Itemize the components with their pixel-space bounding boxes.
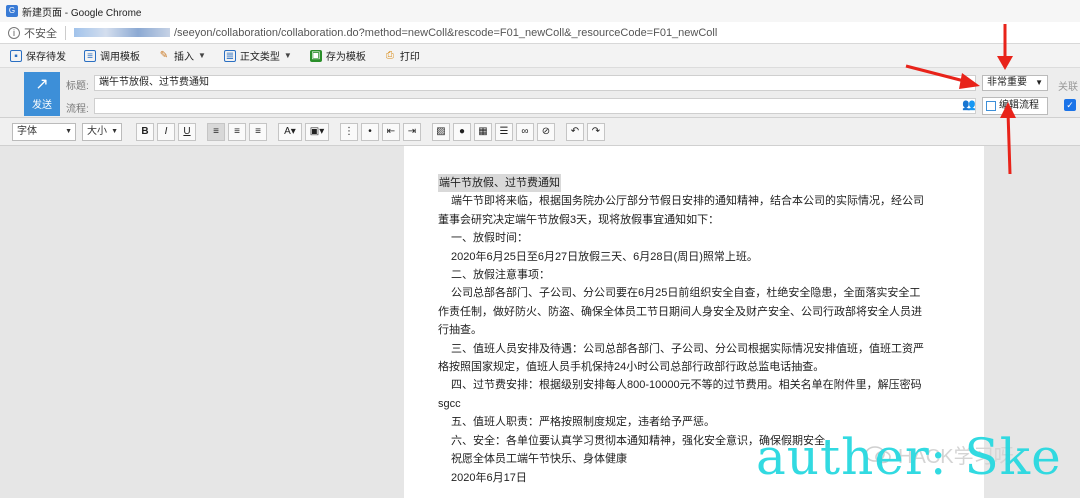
- body-type-icon: ≣: [223, 49, 236, 62]
- italic-button[interactable]: I: [157, 122, 175, 141]
- font-size-select[interactable]: 大小 ▼: [82, 122, 122, 141]
- save-icon: ▪: [10, 49, 22, 62]
- priority-select[interactable]: 非常重要 ▼: [982, 75, 1048, 91]
- body-type-label: 正文类型: [239, 52, 280, 63]
- bg-color-icon[interactable]: ▣▾: [305, 122, 329, 141]
- indent-icon[interactable]: ⇥: [403, 122, 421, 141]
- document-line: 三、值班人员安排及待遇：公司总部各部门、子公司、分公司根据实际情况安排值班，值班…: [451, 342, 924, 355]
- chevron-down-icon: ▼: [1035, 78, 1043, 87]
- people-icon[interactable]: 👥: [962, 98, 976, 111]
- document-line: 一、放假时间：: [451, 232, 528, 245]
- text-color-icon[interactable]: A▾: [278, 122, 302, 141]
- align-right-icon[interactable]: ≡: [249, 122, 267, 141]
- redo-icon[interactable]: ↷: [587, 122, 605, 141]
- save-draft-button[interactable]: ▪ 保存待发: [10, 48, 66, 63]
- save-template-icon: ▣: [309, 49, 322, 62]
- assoc-label[interactable]: 关联: [1058, 78, 1078, 93]
- window-titlebar: G 新建页面 - Google Chrome: [0, 0, 1080, 22]
- edit-flow-label: 编辑流程: [999, 100, 1039, 111]
- font-family-select[interactable]: 字体 ▼: [12, 122, 76, 141]
- undo-icon[interactable]: ↶: [566, 122, 584, 141]
- horizontal-rule-icon[interactable]: ☰: [495, 122, 513, 141]
- align-center-icon[interactable]: ≡: [228, 122, 246, 141]
- document-line: 格按照国家规定，值班人员手机保持24小时公司总部行政部行政总监电话抽查。: [438, 361, 825, 374]
- flow-input[interactable]: [94, 98, 976, 114]
- author-watermark: auther: Ske: [756, 428, 1062, 486]
- template-icon: ≡: [84, 49, 96, 62]
- option-checkbox[interactable]: ✓: [1064, 99, 1076, 111]
- insert-icon: ✎: [159, 49, 169, 61]
- send-button[interactable]: ↗ 发送: [24, 72, 60, 116]
- table-icon[interactable]: ▦: [474, 122, 492, 141]
- security-label: 不安全: [24, 27, 57, 40]
- unlink-icon[interactable]: ⊘: [537, 122, 555, 141]
- document-line: 2020年6月25日至6月27日放假三天、6月28日(周日)照常上班。: [451, 250, 758, 263]
- ordered-list-icon[interactable]: ⋮: [340, 122, 358, 141]
- document-line: 端午节即将来临，根据国务院办公厅部分节假日安排的通知精神，结合本公司的实际情况，…: [451, 195, 924, 208]
- subject-label: 标题:: [66, 81, 89, 92]
- send-label: 发送: [32, 100, 52, 111]
- window-title: 新建页面 - Google Chrome: [22, 7, 142, 19]
- chevron-down-icon: ▼: [283, 51, 292, 60]
- link-icon[interactable]: ∞: [516, 122, 534, 141]
- use-template-label: 调用模板: [100, 52, 140, 63]
- edit-flow-button[interactable]: 编辑流程: [982, 97, 1048, 115]
- save-draft-label: 保存待发: [26, 52, 66, 63]
- collaboration-form: ↗ 发送 标题: 端午节放假、过节费通知 流程: 👥 非常重要 ▼ 关联 编辑流…: [0, 68, 1080, 118]
- browser-window: G 新建页面 - Google Chrome i 不安全 /seeyon/col…: [0, 0, 1080, 498]
- document-line: 作责任制，做好防火、防盗、确保全体员工节日期间人身安全及财产安全、公司行政部将安…: [438, 305, 922, 318]
- document-line: 董事会研究决定端午节放假3天，现将放假事宜通知如下：: [438, 213, 720, 226]
- chrome-app-icon: G: [6, 5, 18, 17]
- insert-button[interactable]: ✎ 插入 ▼: [158, 48, 206, 64]
- chevron-down-icon: ▼: [65, 127, 72, 135]
- subject-input[interactable]: 端午节放假、过节费通知: [94, 75, 976, 91]
- font-size-value: 大小: [87, 125, 107, 137]
- align-left-icon[interactable]: ≡: [207, 122, 225, 141]
- body-type-button[interactable]: ≣ 正文类型 ▼: [223, 48, 292, 63]
- redacted-host: [74, 28, 170, 37]
- document-line: 四、过节费安排：根据级别安排每人800-10000元不等的过节费用。相关名单在附…: [451, 379, 922, 392]
- priority-value: 非常重要: [987, 77, 1027, 88]
- url-text[interactable]: /seeyon/collaboration/collaboration.do?m…: [174, 27, 717, 39]
- save-as-template-button[interactable]: ▣ 存为模板: [309, 48, 366, 63]
- bullet-list-icon[interactable]: •: [361, 122, 379, 141]
- document-title: 端午节放假、过节费通知: [438, 174, 561, 193]
- address-divider: [65, 25, 66, 40]
- document-line: 行抽查。: [438, 324, 482, 337]
- print-label: 打印: [399, 52, 420, 63]
- save-as-template-label: 存为模板: [325, 52, 366, 63]
- document-line: 公司总部各部门、子公司、分公司要在6月25日前组织安全自查，杜绝安全隐患，全面落…: [451, 287, 921, 300]
- font-family-value: 字体: [17, 125, 37, 137]
- document-line: 二、放假注意事项：: [451, 269, 550, 282]
- outdent-icon[interactable]: ⇤: [382, 122, 400, 141]
- underline-button[interactable]: U: [178, 122, 196, 141]
- bold-button[interactable]: B: [136, 122, 154, 141]
- document-line: sgcc: [438, 397, 461, 410]
- chevron-down-icon: ▼: [198, 51, 206, 60]
- send-icon: ↗: [35, 76, 49, 93]
- editor-toolbar: 字体 ▼ 大小 ▼ B I U ≡ ≡ ≡ A▾ ▣▾ ⋮ • ⇤ ⇥ ▨ ● …: [0, 118, 1080, 146]
- chevron-down-icon: ▼: [111, 127, 118, 135]
- print-button[interactable]: ⎙ 打印: [384, 48, 420, 64]
- info-icon[interactable]: i: [8, 26, 20, 39]
- insert-label: 插入: [174, 52, 194, 63]
- image-icon[interactable]: ▨: [432, 122, 450, 141]
- flash-icon[interactable]: ●: [453, 122, 471, 141]
- action-toolbar: ▪ 保存待发 ≡ 调用模板 ✎ 插入 ▼ ≣ 正文类型 ▼ ▣ 存为模板 ⎙ 打…: [0, 44, 1080, 68]
- flow-label: 流程:: [66, 104, 89, 115]
- print-icon: ⎙: [385, 49, 394, 61]
- address-bar[interactable]: i 不安全 /seeyon/collaboration/collaboratio…: [0, 22, 1080, 44]
- use-template-button[interactable]: ≡ 调用模板: [84, 48, 140, 63]
- flow-chart-icon: [986, 101, 996, 111]
